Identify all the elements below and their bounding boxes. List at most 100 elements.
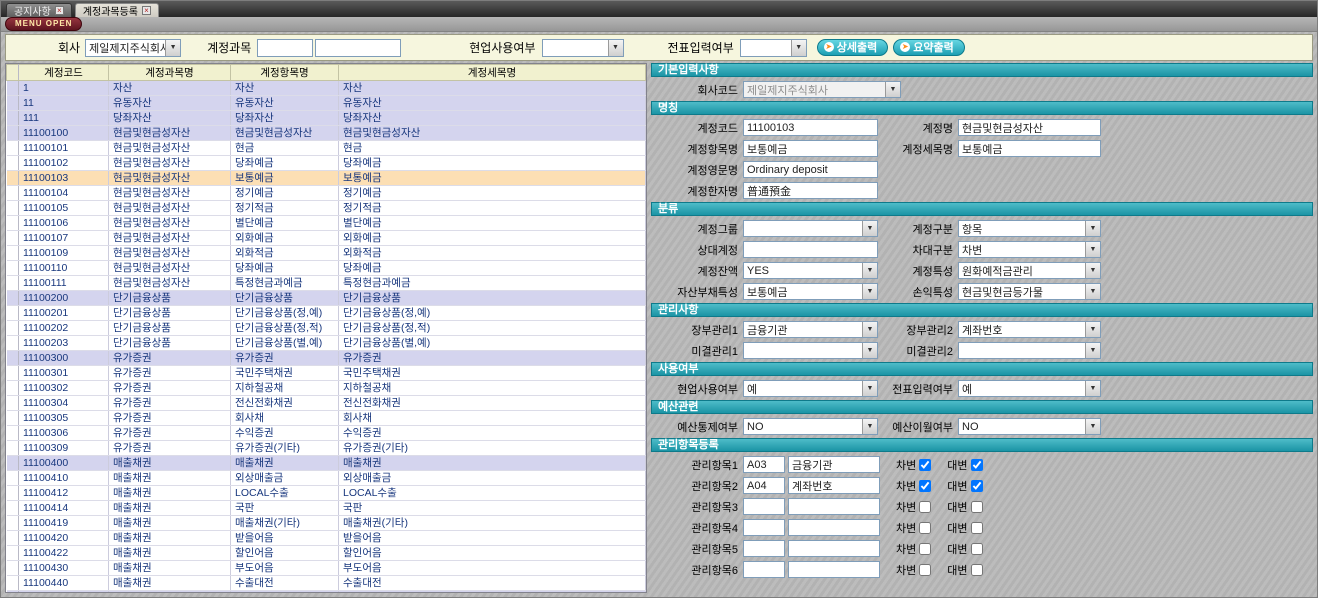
table-row[interactable]: 11100412매출채권LOCAL수출LOCAL수출: [7, 486, 646, 501]
table-row[interactable]: 11100102현금및현금성자산당좌예금당좌예금: [7, 156, 646, 171]
table-row[interactable]: 11100110현금및현금성자산당좌예금당좌예금: [7, 261, 646, 276]
form-input[interactable]: [958, 119, 1101, 136]
tab-account-registration[interactable]: 계정과목등록 ×: [75, 3, 159, 17]
credit-checkbox[interactable]: [971, 459, 983, 471]
table-row[interactable]: 11100400매출채권매출채권매출채권: [7, 456, 646, 471]
form-select[interactable]: 예▼: [743, 380, 878, 397]
form-select[interactable]: 예▼: [958, 380, 1101, 397]
mgmt-name-input[interactable]: [788, 456, 880, 473]
mgmt-name-input[interactable]: [788, 477, 880, 494]
table-row[interactable]: 11100202단기금융상품단기금융상품(정,적)단기금융상품(정,적): [7, 321, 646, 336]
table-row[interactable]: 11100309유가증권유가증권(기타)유가증권(기타): [7, 441, 646, 456]
mgmt-code-input[interactable]: [743, 456, 785, 473]
debit-checkbox[interactable]: [919, 501, 931, 513]
mgmt-name-input[interactable]: [788, 498, 880, 515]
table-cell: 11100500: [19, 591, 109, 594]
table-row[interactable]: 11100106현금및현금성자산별단예금별단예금: [7, 216, 646, 231]
detail-print-button[interactable]: ➤ 상세출력: [817, 39, 888, 56]
mgmt-code-input[interactable]: [743, 540, 785, 557]
mgmt-name-input[interactable]: [788, 561, 880, 578]
credit-checkbox[interactable]: [971, 543, 983, 555]
form-input[interactable]: [743, 182, 878, 199]
tab-notice[interactable]: 공지사항 ×: [6, 3, 72, 17]
table-row[interactable]: 11100440매출채권수출대전수출대전: [7, 576, 646, 591]
close-icon[interactable]: ×: [55, 6, 64, 15]
table-row[interactable]: 11100103현금및현금성자산보통예금보통예금: [7, 171, 646, 186]
form-select[interactable]: 항목▼: [958, 220, 1101, 237]
form-input[interactable]: [743, 119, 878, 136]
mgmt-name-input[interactable]: [788, 519, 880, 536]
row-indicator: [7, 306, 19, 321]
table-row[interactable]: 1자산자산자산: [7, 81, 646, 96]
mgmt-code-input[interactable]: [743, 477, 785, 494]
table-row[interactable]: 11100200단기금융상품단기금융상품단기금융상품: [7, 291, 646, 306]
form-select[interactable]: YES▼: [743, 262, 878, 279]
summary-print-button[interactable]: ➤ 요약출력: [893, 39, 964, 56]
credit-checkbox[interactable]: [971, 501, 983, 513]
debit-checkbox[interactable]: [919, 564, 931, 576]
table-cell: 현금: [339, 141, 646, 156]
form-input[interactable]: [958, 140, 1101, 157]
form-select[interactable]: 금융기관▼: [743, 321, 878, 338]
form-select[interactable]: 차변▼: [958, 241, 1101, 258]
form-select[interactable]: 제일제지주식회사▼: [743, 81, 901, 98]
credit-checkbox[interactable]: [971, 480, 983, 492]
form-select[interactable]: 원화예적금관리▼: [958, 262, 1101, 279]
credit-checkbox[interactable]: [971, 522, 983, 534]
table-row[interactable]: 11100101현금및현금성자산현금현금: [7, 141, 646, 156]
debit-checkbox[interactable]: [919, 480, 931, 492]
field-use-select[interactable]: ▼: [542, 39, 624, 57]
table-cell: 별단예금: [339, 216, 646, 231]
debit-checkbox[interactable]: [919, 522, 931, 534]
table-row[interactable]: 11100306유가증권수익증권수익증권: [7, 426, 646, 441]
table-row[interactable]: 11100302유가증권지하철공채지하철공채: [7, 381, 646, 396]
filter-bar: 회사 제일제지주식회사 ▼ 계정과목 현업사용여부 ▼ 전표입력여부 ▼ ➤ 상…: [5, 34, 1313, 61]
debit-checkbox[interactable]: [919, 459, 931, 471]
table-row[interactable]: 11100301유가증권국민주택채권국민주택채권: [7, 366, 646, 381]
table-row[interactable]: 11100104현금및현금성자산정기예금정기예금: [7, 186, 646, 201]
table-row[interactable]: 11100203단기금융상품단기금융상품(별,예)단기금융상품(별,예): [7, 336, 646, 351]
form-select[interactable]: 계좌번호▼: [958, 321, 1101, 338]
form-select[interactable]: NO▼: [743, 418, 878, 435]
form-select[interactable]: ▼: [743, 342, 878, 359]
form-select[interactable]: 현금및현금등가물▼: [958, 283, 1101, 300]
form-select[interactable]: ▼: [958, 342, 1101, 359]
close-icon[interactable]: ×: [142, 6, 151, 15]
section-header: 예산관련: [651, 400, 1313, 414]
table-row[interactable]: 11100414매출채권국판국판: [7, 501, 646, 516]
table-row[interactable]: 11100107현금및현금성자산외화예금외화예금: [7, 231, 646, 246]
form-select[interactable]: 보통예금▼: [743, 283, 878, 300]
table-row[interactable]: 11유동자산유동자산유동자산: [7, 96, 646, 111]
form-input[interactable]: [743, 161, 878, 178]
table-row[interactable]: 11100410매출채권외상매출금외상매출금: [7, 471, 646, 486]
table-row[interactable]: 11100420매출채권받을어음받을어음: [7, 531, 646, 546]
table-row[interactable]: 11100201단기금융상품단기금융상품(정,예)단기금융상품(정,예): [7, 306, 646, 321]
company-select[interactable]: 제일제지주식회사 ▼: [85, 39, 181, 57]
table-row[interactable]: 11100304유가증권전신전화채권전신전화채권: [7, 396, 646, 411]
table-row[interactable]: 11100100현금및현금성자산현금및현금성자산현금및현금성자산: [7, 126, 646, 141]
mgmt-code-input[interactable]: [743, 498, 785, 515]
form-input[interactable]: [743, 241, 878, 258]
menu-open-button[interactable]: MENU OPEN: [5, 17, 82, 31]
table-row[interactable]: 11100430매출채권부도어음부도어음: [7, 561, 646, 576]
slip-entry-select[interactable]: ▼: [740, 39, 807, 57]
account-code-input[interactable]: [257, 39, 313, 57]
table-row[interactable]: 11100111현금및현금성자산특정현금과예금특정현금과예금: [7, 276, 646, 291]
table-row[interactable]: 11100500매출채권대손충당금매출채권대손충당금매출채권대손충당금: [7, 591, 646, 594]
mgmt-name-input[interactable]: [788, 540, 880, 557]
table-row[interactable]: 11100419매출채권매출채권(기타)매출채권(기타): [7, 516, 646, 531]
credit-checkbox[interactable]: [971, 564, 983, 576]
table-row[interactable]: 11100422매출채권할인어음할인어음: [7, 546, 646, 561]
account-name-input[interactable]: [315, 39, 401, 57]
table-row[interactable]: 111당좌자산당좌자산당좌자산: [7, 111, 646, 126]
table-row[interactable]: 11100105현금및현금성자산정기적금정기적금: [7, 201, 646, 216]
form-select[interactable]: ▼: [743, 220, 878, 237]
mgmt-code-input[interactable]: [743, 519, 785, 536]
table-row[interactable]: 11100300유가증권유가증권유가증권: [7, 351, 646, 366]
form-select[interactable]: NO▼: [958, 418, 1101, 435]
table-row[interactable]: 11100109현금및현금성자산외화적금외화적금: [7, 246, 646, 261]
form-input[interactable]: [743, 140, 878, 157]
debit-checkbox[interactable]: [919, 543, 931, 555]
table-row[interactable]: 11100305유가증권회사채회사채: [7, 411, 646, 426]
mgmt-code-input[interactable]: [743, 561, 785, 578]
